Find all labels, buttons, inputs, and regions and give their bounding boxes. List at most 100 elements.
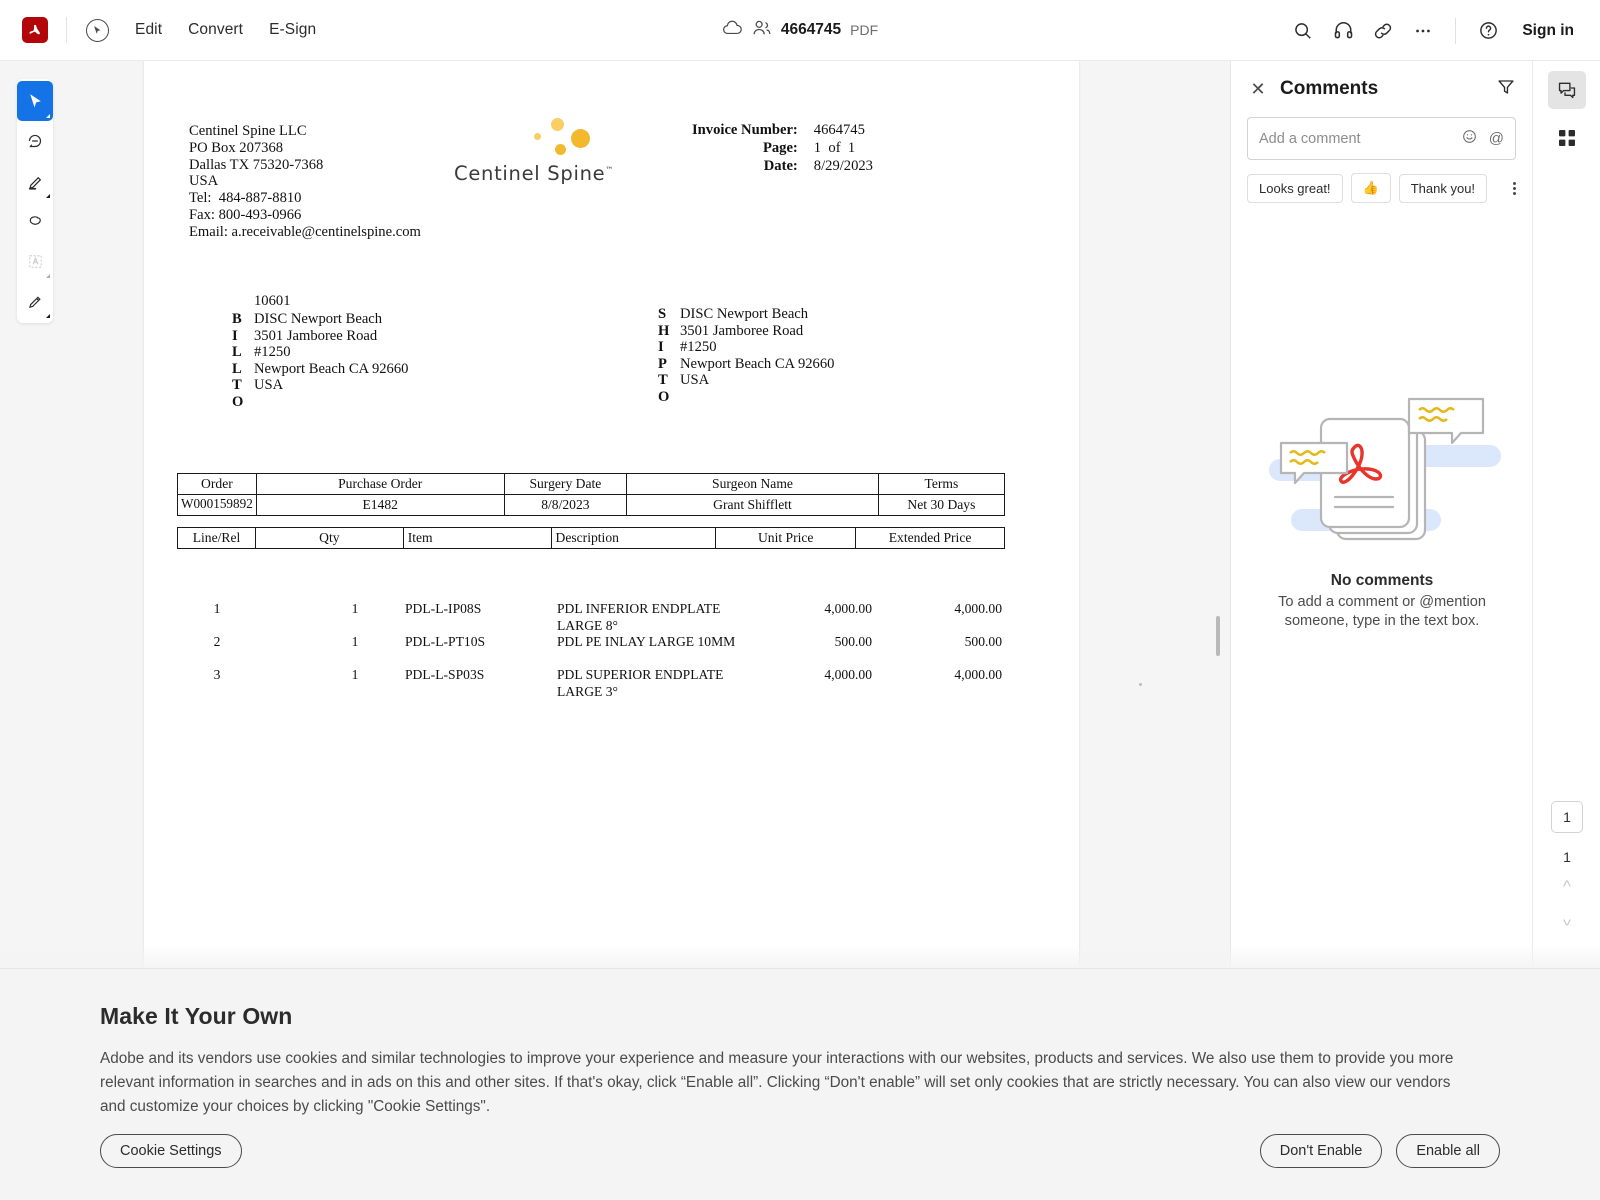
ship-to-line: Newport Beach CA 92660: [680, 355, 835, 372]
page-thumbnails-toggle[interactable]: [1548, 119, 1586, 157]
col-header-description: Description: [550, 527, 717, 549]
meta-value: 1 of 1: [813, 140, 856, 156]
empty-state-title: No comments: [1330, 572, 1434, 589]
line-item-unit-price: 4,000.00: [824, 601, 872, 616]
meta-label: Date:: [763, 158, 798, 174]
ship-to-marker: P: [658, 355, 667, 372]
comment-tool[interactable]: [17, 121, 53, 161]
line-item-number: 3: [213, 667, 221, 682]
col-header-surgery-date: Surgery Date: [503, 473, 628, 495]
line-item-row: 1 1 PDL-L-IP08S PDL INFERIOR ENDPLATE LA…: [177, 601, 1005, 634]
comments-panel-toggle[interactable]: [1547, 71, 1586, 109]
topbar-divider-2: [1455, 17, 1457, 44]
chevron-down-icon[interactable]: ^: [1533, 909, 1600, 929]
add-comment-placeholder: Add a comment: [1259, 130, 1361, 147]
col-header-qty: Qty: [254, 527, 404, 549]
current-page-input[interactable]: 1: [1551, 801, 1583, 833]
col-header-item: Item: [402, 527, 552, 549]
line-items-list: 1 1 PDL-L-IP08S PDL INFERIOR ENDPLATE LA…: [177, 601, 1005, 700]
quick-reply-chips: Looks great! 👍 Thank you!: [1247, 173, 1516, 203]
cookie-banner-body: Adobe and its vendors use cookies and si…: [100, 1050, 1454, 1115]
at-mention-icon[interactable]: @: [1489, 130, 1504, 147]
text-tool[interactable]: [17, 241, 53, 281]
select-mode-icon[interactable]: [86, 18, 109, 42]
comments-panel-title: Comments: [1280, 78, 1379, 99]
emoji-icon[interactable]: [1462, 129, 1477, 148]
page-marker-dot: [1139, 683, 1142, 686]
menu-edit[interactable]: Edit: [135, 21, 162, 39]
total-page-count: 1: [1563, 849, 1571, 865]
tool-expand-corner-icon: [46, 274, 50, 278]
invoice-meta-row: Invoice Number: 4664745: [692, 121, 873, 139]
line-item-row: 3 1 PDL-L-SP03S PDL SUPERIOR ENDPLATE LA…: [177, 667, 1005, 700]
line-item-row: 2 1 PDL-L-PT10S PDL PE INLAY LARGE 10MM …: [177, 634, 1005, 667]
col-header-surgeon-name: Surgeon Name: [626, 473, 879, 495]
cookie-settings-button[interactable]: Cookie Settings: [100, 1134, 242, 1168]
bill-to-account-number: 10601: [254, 293, 291, 309]
ship-to-marker: S: [658, 306, 667, 322]
centinel-spine-logo: Centinel Spine™: [454, 116, 624, 185]
enable-all-button[interactable]: Enable all: [1396, 1134, 1500, 1168]
empty-state-subtitle: To add a comment or @mention someone, ty…: [1278, 594, 1486, 629]
document-scrollbar[interactable]: [1216, 616, 1220, 656]
cookie-banner-title: Make It Your Own: [100, 1003, 293, 1029]
purchase-order: E1482: [255, 494, 505, 516]
logo-dots-icon: [526, 116, 606, 162]
chevron-up-icon[interactable]: ^: [1533, 877, 1600, 897]
bill-to-marker: L: [232, 360, 242, 377]
line-item-description: PDL SUPERIOR ENDPLATE LARGE 3°: [557, 667, 724, 699]
top-toolbar: Edit Convert E-Sign 4664745 PDF Sign in: [0, 0, 1600, 61]
add-comment-input[interactable]: Add a comment @: [1247, 117, 1516, 160]
cookie-consent-banner: Make It Your Own Adobe and its vendors u…: [0, 968, 1600, 1200]
col-header-terms: Terms: [877, 473, 1006, 495]
order-table-value-row: W000159892 E1482 8/8/2023 Grant Shifflet…: [177, 494, 1006, 516]
line-item-code: PDL-L-SP03S: [405, 667, 485, 682]
comments-panel-header: ✕ Comments: [1231, 61, 1532, 117]
invoice-meta-row: Page: 1 of 1: [692, 139, 873, 157]
line-item-qty: 1: [351, 667, 359, 682]
highlight-tool[interactable]: [17, 161, 53, 201]
menu-convert[interactable]: Convert: [188, 21, 243, 39]
col-header-extended-price: Extended Price: [855, 527, 1005, 549]
line-item-number: 2: [213, 634, 221, 649]
col-header-line-rel: Line/Rel: [177, 527, 256, 549]
link-icon[interactable]: [1363, 11, 1403, 51]
line-item-unit-price: 4,000.00: [824, 667, 872, 682]
line-item-extended-price: 4,000.00: [954, 667, 1002, 682]
draw-tool[interactable]: [17, 201, 53, 241]
search-icon[interactable]: [1283, 11, 1323, 51]
dont-enable-button[interactable]: Don't Enable: [1259, 1134, 1383, 1168]
menu-esign[interactable]: E-Sign: [269, 21, 316, 39]
help-icon[interactable]: [1468, 11, 1508, 51]
users-icon[interactable]: [752, 19, 772, 41]
line-item-description: PDL PE INLAY LARGE 10MM: [557, 634, 736, 649]
ship-to-marker: H: [658, 322, 670, 339]
sign-in-button[interactable]: Sign in: [1522, 22, 1574, 40]
ship-to-line: DISC Newport Beach: [680, 306, 809, 322]
line-item-code: PDL-L-PT10S: [405, 634, 486, 649]
bill-to-line: #1250: [254, 344, 291, 360]
line-item-number: 1: [213, 601, 221, 616]
more-vertical-icon[interactable]: [1513, 181, 1516, 195]
quick-reply-thank-you[interactable]: Thank you!: [1398, 173, 1488, 203]
bill-to-line: DISC Newport Beach: [254, 311, 383, 327]
bill-to-line: Newport Beach CA 92660: [254, 360, 409, 377]
signature-tool[interactable]: [17, 281, 53, 321]
bill-to-block: 10601 B DISC Newport Beach I 3501 Jambor…: [232, 293, 408, 410]
select-tool[interactable]: [17, 81, 53, 121]
vendor-line: Fax: 800-493-0966: [189, 206, 302, 223]
close-icon[interactable]: ✕: [1247, 78, 1269, 100]
more-options-icon[interactable]: [1403, 11, 1443, 51]
filter-icon[interactable]: [1496, 77, 1516, 102]
cookie-action-group: Don't Enable Enable all: [1259, 1134, 1500, 1168]
bill-to-marker: L: [232, 344, 242, 360]
bill-to-line: USA: [254, 377, 284, 393]
adobe-acrobat-logo-icon[interactable]: [22, 17, 48, 43]
quick-reply-looks-great[interactable]: Looks great!: [1247, 173, 1343, 203]
tool-expand-corner-icon: [46, 194, 50, 198]
bill-to-line: 3501 Jamboree Road: [254, 327, 378, 344]
bill-to-marker: I: [232, 327, 238, 344]
quick-reply-thumbs-up[interactable]: 👍: [1350, 173, 1391, 203]
headphones-icon[interactable]: [1323, 11, 1363, 51]
line-item-description: PDL INFERIOR ENDPLATE LARGE 8°: [557, 601, 721, 633]
